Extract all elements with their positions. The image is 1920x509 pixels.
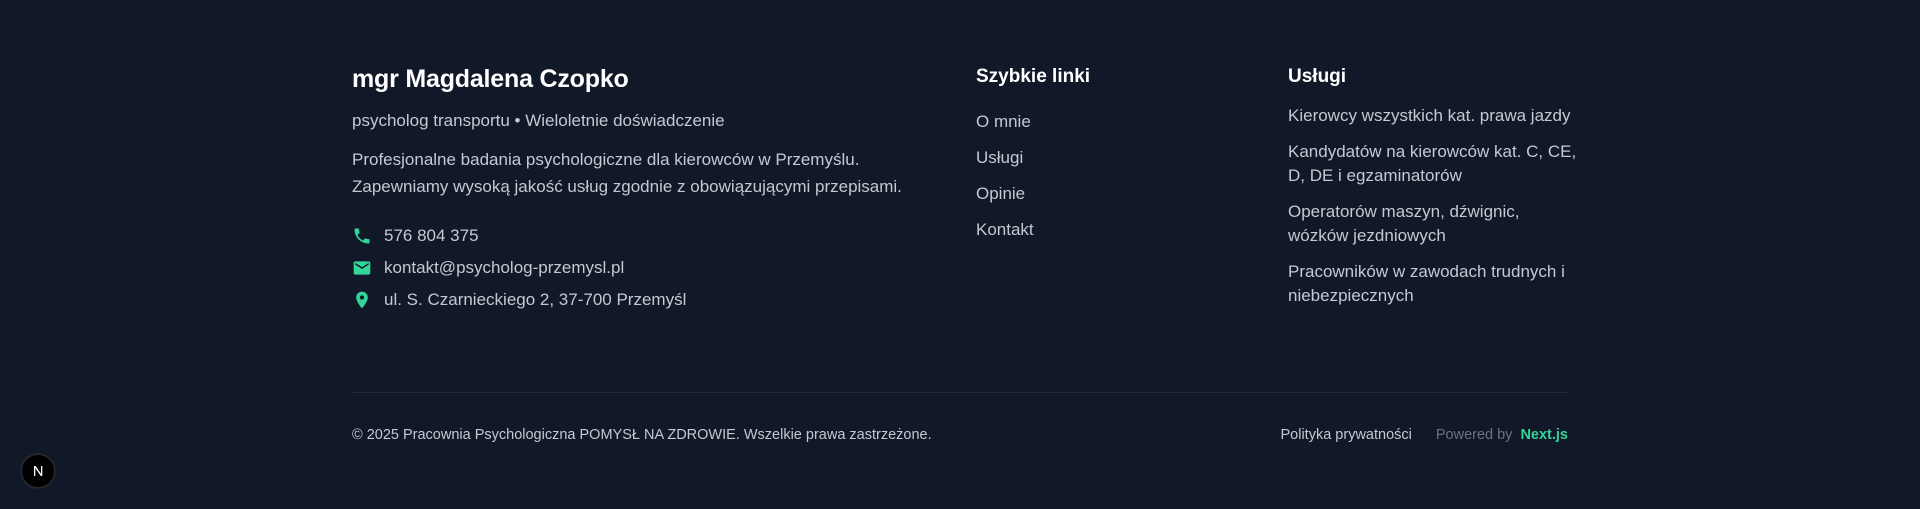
service-item: Operatorów maszyn, dźwignic, wózków jezd… xyxy=(1288,202,1520,245)
quick-links-list: O mnie Usługi Opinie Kontakt xyxy=(976,104,1256,248)
list-item: Kontakt xyxy=(976,212,1256,248)
contact-email-text: kontakt@psycholog-przemysl.pl xyxy=(384,258,625,277)
services-list: Kierowcy wszystkich kat. prawa jazdy Kan… xyxy=(1288,104,1578,308)
nextjs-link[interactable]: Next.js xyxy=(1520,427,1568,443)
contact-phone[interactable]: 576 804 375 xyxy=(352,220,952,252)
description-line-1: Profesjonalne badania psychologiczne dla… xyxy=(352,150,860,169)
privacy-policy-link[interactable]: Polityka prywatności xyxy=(1281,427,1412,443)
contact-email[interactable]: kontakt@psycholog-przemysl.pl xyxy=(352,252,952,284)
footer-tagline: psycholog transportu • Wieloletnie doświ… xyxy=(352,111,725,130)
mail-icon xyxy=(352,258,372,278)
contact-address-text: ul. S. Czarnieckiego 2, 37-700 Przemyśl xyxy=(384,290,687,309)
quick-links-heading: Szybkie linki xyxy=(976,66,1091,87)
footer-description: Profesjonalne badania psychologiczne dla… xyxy=(352,146,952,200)
description-line-2: Zapewniamy wysoką jakość usług zgodnie z… xyxy=(352,177,902,196)
service-item: Pracowników w zawodach trudnych i niebez… xyxy=(1288,262,1565,305)
copyright-text: © 2025 Pracownia Psychologiczna POMYSŁ N… xyxy=(352,427,932,443)
link-o-mnie[interactable]: O mnie xyxy=(976,112,1031,132)
footer-bottom-links: Polityka prywatności Powered by Next.js xyxy=(1281,427,1569,443)
quick-links-column: Szybkie linki O mnie Usługi Opinie Konta… xyxy=(976,62,1256,248)
site-footer: mgr Magdalena Czopko psycholog transport… xyxy=(352,0,1576,509)
nextjs-dev-badge[interactable] xyxy=(21,454,55,488)
map-pin-icon xyxy=(352,290,372,310)
contact-phone-text: 576 804 375 xyxy=(384,226,479,245)
services-heading: Usługi xyxy=(1288,66,1347,87)
service-item: Kierowcy wszystkich kat. prawa jazdy xyxy=(1288,106,1571,125)
list-item: O mnie xyxy=(976,104,1256,140)
list-item: Usługi xyxy=(976,140,1256,176)
footer-bottom-bar: © 2025 Pracownia Psychologiczna POMYSŁ N… xyxy=(352,424,1568,446)
powered-by-label: Powered by xyxy=(1435,427,1513,443)
nextjs-logo-icon xyxy=(34,466,43,476)
contact-address[interactable]: ul. S. Czarnieckiego 2, 37-700 Przemyśl xyxy=(352,284,952,316)
service-item: Kandydatów na kierowców kat. C, CE, D, D… xyxy=(1288,142,1577,185)
footer-divider xyxy=(352,392,1568,393)
link-kontakt[interactable]: Kontakt xyxy=(976,220,1034,240)
list-item: Opinie xyxy=(976,176,1256,212)
about-column: mgr Magdalena Czopko psycholog transport… xyxy=(352,62,952,316)
link-uslugi[interactable]: Usługi xyxy=(976,148,1023,168)
services-column: Usługi Kierowcy wszystkich kat. prawa ja… xyxy=(1288,62,1578,320)
phone-icon xyxy=(352,226,372,246)
footer-name: mgr Magdalena Czopko xyxy=(352,65,629,93)
link-opinie[interactable]: Opinie xyxy=(976,184,1025,204)
contact-list: 576 804 375 kontakt@psycholog-przemysl.p… xyxy=(352,220,952,316)
